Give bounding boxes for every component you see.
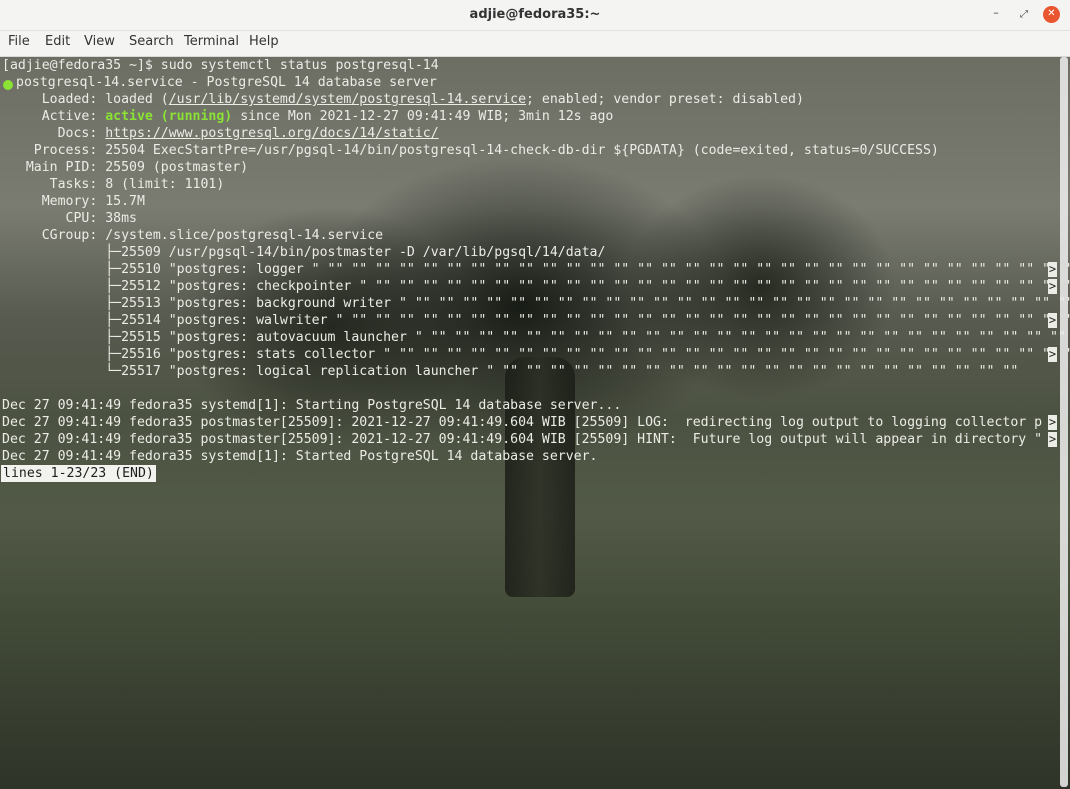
- truncation-marker: >: [1048, 415, 1057, 430]
- tree-line: ├─25510 "postgres: logger " "" "" "" "" …: [2, 262, 1070, 277]
- tree-line: └─25517 "postgres: logical replication l…: [2, 364, 1019, 379]
- terminal-area[interactable]: [adjie@fedora35 ~]$ sudo systemctl statu…: [0, 57, 1070, 789]
- log-line: Dec 27 09:41:49 fedora35 systemd[1]: Sta…: [2, 398, 622, 413]
- docs-prefix: Docs:: [2, 126, 106, 141]
- cpu-line: CPU: 38ms: [2, 211, 137, 226]
- background-tree-trunk: [505, 357, 575, 597]
- active-suffix: since Mon 2021-12-27 09:41:49 WIB; 3min …: [232, 109, 614, 124]
- close-icon[interactable]: ✕: [1043, 6, 1060, 23]
- menu-view[interactable]: View: [84, 31, 115, 56]
- truncation-marker: >: [1048, 432, 1057, 447]
- active-state: active (running): [105, 109, 233, 124]
- tree-line: ├─25509 /usr/pgsql-14/bin/postmaster -D …: [2, 245, 606, 260]
- truncation-marker: >: [1048, 262, 1057, 277]
- menu-bar: File Edit View Search Terminal Help: [0, 31, 1070, 57]
- truncation-marker: >: [1048, 347, 1057, 362]
- scrollbar[interactable]: [1060, 57, 1068, 787]
- tree-line: ├─25514 "postgres: walwriter " "" "" "" …: [2, 313, 1070, 328]
- tree-line: ├─25516 "postgres: stats collector " "" …: [2, 347, 1070, 362]
- truncation-marker: >: [1048, 313, 1057, 328]
- log-line: Dec 27 09:41:49 fedora35 postmaster[2550…: [2, 415, 1043, 430]
- maximize-icon[interactable]: ⤢: [1015, 6, 1033, 24]
- loaded-path: /usr/lib/systemd/system/postgresql-14.se…: [168, 92, 527, 107]
- tree-line: ├─25515 "postgres: autovacuum launcher "…: [2, 330, 1070, 345]
- cgroup-line: CGroup: /system.slice/postgresql-14.serv…: [2, 228, 384, 243]
- tasks-line: Tasks: 8 (limit: 1101): [2, 177, 225, 192]
- truncation-marker: >: [1048, 279, 1057, 294]
- menu-edit[interactable]: Edit: [45, 31, 70, 56]
- title-bar[interactable]: adjie@fedora35:~ – ⤢ ✕: [0, 0, 1070, 31]
- prompt-line: [adjie@fedora35 ~]$ sudo systemctl statu…: [2, 58, 439, 73]
- tree-line: ├─25513 "postgres: background writer " "…: [2, 296, 1070, 311]
- log-line: Dec 27 09:41:49 fedora35 postmaster[2550…: [2, 432, 1043, 447]
- window-title: adjie@fedora35:~: [469, 7, 601, 22]
- unit-line: postgresql-14.service - PostgreSQL 14 da…: [16, 75, 437, 90]
- main-pid-line: Main PID: 25509 (postmaster): [2, 160, 249, 175]
- loaded-suffix: ; enabled; vendor preset: disabled): [526, 92, 804, 107]
- menu-terminal[interactable]: Terminal: [184, 31, 239, 56]
- loaded-line: Loaded: loaded (/usr/lib/systemd/system/…: [2, 91, 804, 108]
- docs-link[interactable]: https://www.postgresql.org/docs/14/stati…: [105, 126, 438, 141]
- loaded-prefix: Loaded: loaded (: [2, 92, 169, 107]
- active-line: Active: active (running) since Mon 2021-…: [2, 108, 614, 125]
- process-line: Process: 25504 ExecStartPre=/usr/pgsql-1…: [2, 143, 939, 158]
- minimize-icon[interactable]: –: [987, 4, 1005, 22]
- docs-line: Docs: https://www.postgresql.org/docs/14…: [2, 125, 439, 142]
- status-dot-icon: [3, 80, 13, 90]
- menu-file[interactable]: File: [8, 31, 30, 56]
- menu-help[interactable]: Help: [249, 31, 279, 56]
- tree-line: ├─25512 "postgres: checkpointer " "" "" …: [2, 279, 1070, 294]
- pager-status: lines 1-23/23 (END): [1, 465, 156, 482]
- active-prefix: Active:: [2, 109, 106, 124]
- log-line: Dec 27 09:41:49 fedora35 systemd[1]: Sta…: [2, 449, 598, 464]
- memory-line: Memory: 15.7M: [2, 194, 145, 209]
- menu-search[interactable]: Search: [129, 31, 174, 56]
